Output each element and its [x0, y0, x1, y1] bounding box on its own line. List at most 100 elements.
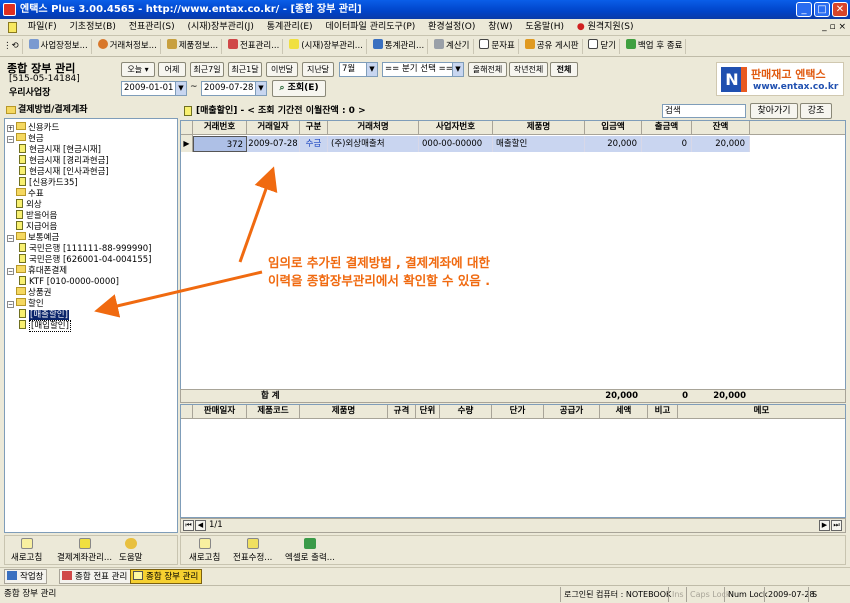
excel-export-button[interactable]: 엑셀로 출력... [285, 538, 335, 563]
col-header-product[interactable]: 제품명 [493, 121, 585, 135]
tree-item[interactable]: [매입할인] [19, 320, 71, 332]
close-button[interactable]: ✕ [832, 2, 848, 17]
cell-type[interactable]: 수금 [300, 136, 328, 152]
detail-corner [181, 405, 193, 419]
collapse-icon[interactable]: − [7, 235, 14, 242]
quick-slip[interactable]: 전표관리... [225, 39, 284, 54]
quick-product[interactable]: 제품정보... [164, 39, 223, 54]
detail-col-product-name[interactable]: 제품명 [300, 405, 388, 419]
collapse-icon[interactable]: − [7, 268, 14, 275]
last1month-button[interactable]: 최근1달 [228, 62, 262, 77]
quick-board[interactable]: 공유 게시판 [522, 39, 583, 54]
detail-col-product-code[interactable]: 제품코드 [247, 405, 300, 419]
col-header-deposit[interactable]: 입금액 [585, 121, 642, 135]
first-page-icon[interactable]: ⏮ [183, 520, 194, 531]
yesterday-button[interactable]: 어제 [158, 62, 186, 77]
left-help-button[interactable]: 도움말 [119, 538, 142, 563]
task-ledger-label: 종합 장부 관리 [146, 572, 199, 582]
cell-trade-date[interactable]: 2009-07-28 [247, 136, 300, 152]
last-page-icon[interactable]: ⏭ [831, 520, 842, 531]
query-button[interactable]: ⌕ 조회(E) [272, 80, 326, 97]
minimize-button[interactable]: _ [796, 2, 812, 17]
date-from-value: 2009-01-01 [124, 83, 174, 93]
detail-col-spec[interactable]: 규격 [388, 405, 416, 419]
col-header-withdraw[interactable]: 출금액 [642, 121, 692, 135]
cell-trade-no[interactable]: 372 [193, 136, 247, 152]
last-month-button[interactable]: 지난달 [302, 62, 334, 77]
task-ledger-manage[interactable]: 종합 장부 관리 [130, 569, 203, 584]
quick-backup-exit[interactable]: 백업 후 종료 [623, 39, 687, 54]
left-refresh-button[interactable]: 새로고침 [11, 538, 42, 563]
quick-board-label: 공유 게시판 [536, 41, 579, 51]
menu-file[interactable]: 파일(F) [23, 19, 62, 36]
cell-client[interactable]: (주)외상매출처 [328, 136, 419, 152]
quick-charmap[interactable]: 문자표 [476, 39, 519, 54]
this-year-button[interactable]: 올해전체 [468, 62, 507, 77]
detail-col-tax[interactable]: 세액 [600, 405, 648, 419]
quick-stats[interactable]: 통계관리... [370, 39, 429, 54]
prev-page-icon[interactable]: ◀ [195, 520, 206, 531]
quick-client[interactable]: 거래처정보... [95, 39, 161, 54]
all-button[interactable]: 전체 [550, 62, 578, 77]
menu-basic-info[interactable]: 기초정보(B) [65, 19, 121, 36]
menu-ledger[interactable]: (시재)장부관리(J) [182, 19, 258, 36]
document-icon [19, 144, 26, 153]
edit-slip-button[interactable]: 전표수정... [233, 538, 272, 563]
cell-withdraw[interactable]: 0 [642, 136, 692, 152]
detail-col-memo[interactable]: 메모 [678, 405, 845, 419]
quarter-select[interactable]: == 분기 선택 == ▼ [382, 62, 464, 77]
col-header-trade-date[interactable]: 거래일자 [247, 121, 300, 135]
detail-col-qty[interactable]: 수량 [440, 405, 492, 419]
last7days-button[interactable]: 최근7일 [190, 62, 224, 77]
date-to-input[interactable]: 2009-07-28 ▼ [201, 81, 267, 96]
this-month-button[interactable]: 이번달 [266, 62, 298, 77]
detail-col-price[interactable]: 단가 [492, 405, 544, 419]
cell-biz-no[interactable]: 000-00-00000 [419, 136, 493, 152]
date-from-input[interactable]: 2009-01-01 ▼ [121, 81, 187, 96]
col-header-client[interactable]: 거래처명 [328, 121, 419, 135]
menu-slip[interactable]: 전표관리(S) [124, 19, 180, 36]
quick-ledger[interactable]: (시재)장부관리... [286, 39, 367, 54]
menu-stats[interactable]: 통계관리(E) [262, 19, 318, 36]
quick-close[interactable]: 닫기 [585, 39, 621, 54]
task-slip-manage[interactable]: 종합 전표 관리 [59, 569, 132, 584]
house-icon [28, 39, 39, 49]
detail-col-note[interactable]: 비고 [648, 405, 678, 419]
menu-help[interactable]: 도움말(H) [520, 19, 569, 36]
collapse-icon[interactable]: − [7, 301, 14, 308]
col-header-trade-no[interactable]: 거래번호 [193, 121, 247, 135]
menu-remote[interactable]: ● 원격지원(S) [572, 19, 639, 36]
product-icon [166, 39, 177, 49]
account-manage-button[interactable]: 결제계좌관리... [57, 538, 112, 563]
quick-calc[interactable]: 계산기 [431, 39, 474, 54]
detail-col-unit[interactable]: 단위 [416, 405, 440, 419]
menu-data-tools[interactable]: 데이터파일 관리도구(P) [320, 19, 420, 36]
right-refresh-button[interactable]: 새로고침 [189, 538, 220, 563]
row-indicator-icon[interactable]: ▶ [181, 135, 193, 152]
expand-icon[interactable]: + [7, 125, 14, 132]
menu-settings[interactable]: 환경설정(O) [423, 19, 480, 36]
payment-tree[interactable]: + 신용카드 − 현금 현금시재 [현금시재] 현금시재 [경리과현금] 현금시재 [인사과… [4, 118, 178, 533]
task-workspace[interactable]: 작업창 [4, 569, 48, 584]
collapse-icon[interactable]: − [7, 136, 14, 143]
maximize-button[interactable]: □ [814, 2, 830, 17]
quick-business[interactable]: 사업장정보... [26, 39, 92, 54]
cell-product[interactable]: 매출할인 [493, 136, 585, 152]
mdi-controls[interactable]: _ ▫ × [822, 19, 846, 36]
cell-deposit[interactable]: 20,000 [585, 136, 642, 152]
month-select[interactable]: 7월 ▼ [339, 62, 378, 77]
find-button[interactable]: 찾아가기 [750, 103, 798, 119]
detail-grid[interactable]: 판매일자 제품코드 제품명 규격 단위 수량 단가 공급가 세액 비고 메모 [180, 404, 846, 518]
detail-col-supply[interactable]: 공급가 [544, 405, 600, 419]
detail-col-sale-date[interactable]: 판매일자 [193, 405, 247, 419]
menu-window[interactable]: 창(W) [483, 19, 517, 36]
next-page-icon[interactable]: ▶ [819, 520, 830, 531]
col-header-biz-no[interactable]: 사업자번호 [419, 121, 493, 135]
today-button[interactable]: 오늘 ▾ [121, 62, 155, 77]
search-input[interactable]: 검색 [662, 104, 746, 118]
cell-balance[interactable]: 20,000 [692, 136, 750, 152]
col-header-balance[interactable]: 잔액 [692, 121, 750, 135]
col-header-type[interactable]: 구분 [300, 121, 328, 135]
highlight-button[interactable]: 강조 [800, 103, 832, 119]
last-year-button[interactable]: 작년전체 [509, 62, 548, 77]
